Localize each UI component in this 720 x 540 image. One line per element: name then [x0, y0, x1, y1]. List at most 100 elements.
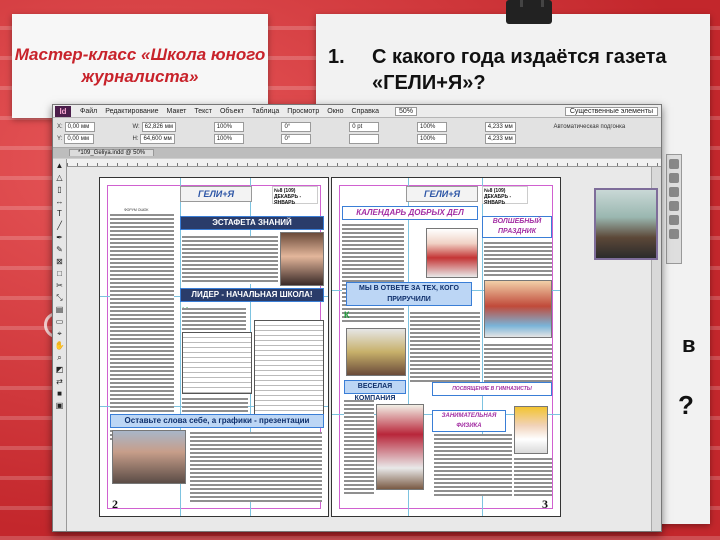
drop-letter: К — [344, 310, 350, 320]
text-column[interactable] — [110, 214, 174, 440]
type-tool-icon[interactable]: T — [55, 209, 65, 219]
menu-window[interactable]: Окно — [323, 108, 347, 115]
tools-panel: ▲ △ ▯ ↔ T ╱ ✒ ✎ ⊠ □ ✂ ⤡ ▤ ▭ ⌖ ✋ ⌕ ◩ ⇄ ■ … — [53, 159, 67, 531]
gradient-tool-icon[interactable]: ▤ — [55, 305, 65, 315]
menu-bar: Id Файл Редактирование Макет Текст Объек… — [53, 105, 661, 118]
indesign-window: Id Файл Редактирование Макет Текст Объек… — [52, 104, 662, 532]
floating-photo[interactable] — [594, 188, 658, 260]
scale-y-field[interactable]: 100% — [213, 133, 244, 144]
swap-icon[interactable]: ⇄ — [55, 377, 65, 387]
masthead[interactable]: ГЕЛИ+Я — [180, 186, 252, 202]
text-column[interactable] — [410, 312, 480, 382]
height-field[interactable]: 64,600 мм — [140, 133, 175, 144]
control-panel: X: 0,00 мм W: 62,826 мм 100% 0° 0 pt 100% … — [53, 118, 661, 148]
autofit-checkbox[interactable]: Автоматическая подгонка — [553, 124, 625, 130]
panel-toolbar[interactable] — [666, 154, 682, 264]
stroke-field[interactable]: 0 pt — [349, 121, 380, 132]
control-fill — [349, 133, 411, 144]
house-illustration[interactable] — [426, 228, 478, 278]
page-number: 3 — [542, 497, 548, 511]
x-field[interactable]: 0,00 мм — [64, 121, 95, 132]
pen-tool-icon[interactable]: ✒ — [55, 233, 65, 243]
holiday-photo[interactable] — [484, 280, 552, 338]
line-tool-icon[interactable]: ╱ — [55, 221, 65, 231]
text-column[interactable] — [514, 458, 552, 496]
menu-file[interactable]: Файл — [76, 108, 101, 115]
transform-tool-icon[interactable]: ⤡ — [55, 293, 65, 303]
opacity-field[interactable]: 100% — [417, 121, 448, 132]
headline-banner[interactable]: ВОЛШЕБНЫЙ ПРАЗДНИК — [482, 216, 552, 238]
shear-field[interactable]: 0° — [281, 133, 312, 144]
control-empty — [553, 134, 657, 144]
rotate-field[interactable]: 0° — [281, 121, 312, 132]
text-column[interactable] — [190, 432, 322, 502]
pencil-tool-icon[interactable]: ✎ — [55, 245, 65, 255]
scissors-tool-icon[interactable]: ✂ — [55, 281, 65, 291]
menu-view[interactable]: Просмотр — [283, 108, 323, 115]
rectangle-tool-icon[interactable]: □ — [55, 269, 65, 279]
workspace-select[interactable]: Существенные элементы — [564, 106, 658, 116]
headline-banner[interactable]: Оставьте слова себе, а графики - презент… — [110, 414, 324, 428]
menu-table[interactable]: Таблица — [248, 108, 283, 115]
rectangle-frame-tool-icon[interactable]: ⊠ — [55, 257, 65, 267]
headline-banner[interactable]: МЫ В ОТВЕТЕ ЗА ТЕХ, КОГО ПРИРУЧИЛИ — [346, 282, 472, 306]
headline-banner[interactable]: ЭСТАФЕТА ЗНАНИЙ — [180, 216, 324, 230]
direct-selection-tool-icon[interactable]: △ — [55, 173, 65, 183]
control-scale-x: 100% — [213, 121, 276, 132]
menu-type[interactable]: Текст — [190, 108, 216, 115]
eyedropper-tool-icon[interactable]: ⌖ — [55, 329, 65, 339]
cartoon-illustration[interactable] — [514, 406, 548, 454]
control-offset-2: 4,233 мм — [484, 133, 548, 144]
menu-help[interactable]: Справка — [348, 108, 383, 115]
document-tab[interactable]: *109_Geliya.indd @ 50% — [69, 149, 155, 156]
menu-object[interactable]: Объект — [216, 108, 248, 115]
text-column[interactable] — [484, 242, 552, 276]
text-column[interactable] — [342, 224, 404, 324]
text-column[interactable] — [434, 434, 512, 496]
issue-info[interactable]: №8 (109) ДЕКАБРЬ - ЯНВАРЬ — [272, 186, 318, 206]
offset-field[interactable]: 4,233 мм — [484, 121, 516, 132]
text-column[interactable] — [182, 236, 278, 284]
right-page[interactable]: ГЕЛИ+Я №8 (109) ДЕКАБРЬ - ЯНВАРЬ КАЛЕНДА… — [331, 177, 561, 517]
apply-color-icon[interactable]: ■ — [55, 389, 65, 399]
scale-x-field[interactable]: 100% — [213, 121, 244, 132]
gap-tool-icon[interactable]: ↔ — [55, 197, 65, 207]
text-column[interactable] — [182, 398, 248, 412]
page-tool-icon[interactable]: ▯ — [55, 185, 65, 195]
control-scale-y: 100% — [213, 133, 276, 144]
headline-banner[interactable]: ПОСВЯЩЕНИЕ В ГИМНАЗИСТЫ — [432, 382, 552, 396]
zoom-select[interactable]: 50% — [395, 106, 418, 116]
text-column[interactable] — [484, 344, 552, 384]
app-logo: Id — [55, 105, 71, 117]
zoom-tool-icon[interactable]: ⌕ — [55, 353, 65, 363]
portrait-photo[interactable] — [280, 232, 324, 286]
issue-info[interactable]: №8 (109) ДЕКАБРЬ - ЯНВАРЬ — [482, 186, 528, 206]
offset-field-2[interactable]: 4,233 мм — [484, 133, 516, 144]
headline-banner[interactable]: ЗАНИМАТЕЛЬНАЯ ФИЗИКА — [432, 410, 506, 432]
headline-banner[interactable]: ВЕСЕЛАЯ КОМПАНИЯ — [344, 380, 406, 402]
headline-banner[interactable]: ЛИДЕР - НАЧАЛЬНАЯ ШКОЛА! — [180, 288, 324, 302]
santa-photo[interactable] — [376, 404, 424, 490]
control-opacity-2: 100% — [417, 133, 479, 144]
headline-banner[interactable]: КАЛЕНДАРЬ ДОБРЫХ ДЕЛ — [342, 206, 478, 220]
opacity-field-2[interactable]: 100% — [417, 133, 448, 144]
classroom-photo[interactable] — [112, 430, 186, 484]
view-mode-icon[interactable]: ▣ — [55, 401, 65, 411]
note-tool-icon[interactable]: ▭ — [55, 317, 65, 327]
left-page[interactable]: ГЕЛИ+Я №8 (109) ДЕКАБРЬ - ЯНВАРЬ ФОРУМ О… — [99, 177, 329, 517]
fill-field[interactable] — [349, 133, 380, 144]
text-column[interactable] — [344, 400, 374, 496]
menu-edit[interactable]: Редактирование — [101, 108, 162, 115]
width-field[interactable]: 62,826 мм — [141, 121, 176, 132]
masthead[interactable]: ГЕЛИ+Я — [406, 186, 478, 202]
data-table[interactable] — [182, 332, 252, 394]
menu-layout[interactable]: Макет — [163, 108, 191, 115]
hand-tool-icon[interactable]: ✋ — [55, 341, 65, 351]
side-label[interactable]: ФОРУМ ОШОК — [124, 208, 149, 212]
fill-stroke-icon[interactable]: ◩ — [55, 365, 65, 375]
cat-photo[interactable] — [346, 328, 406, 376]
text-column[interactable] — [182, 308, 246, 330]
data-table[interactable] — [254, 320, 324, 416]
y-field[interactable]: 0,00 мм — [64, 133, 95, 144]
selection-tool-icon[interactable]: ▲ — [55, 161, 65, 171]
